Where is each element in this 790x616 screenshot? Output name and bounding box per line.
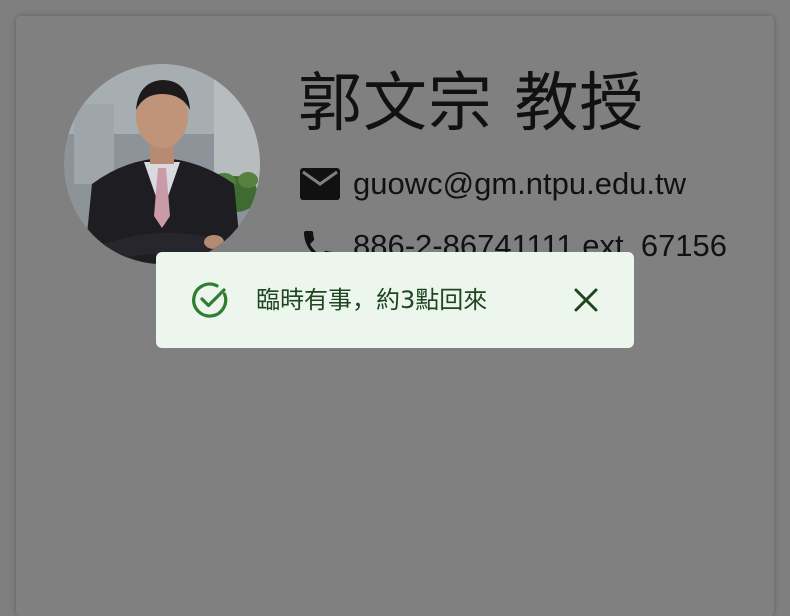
page-title: 郭文宗 教授 xyxy=(298,67,645,141)
toast-message: 臨時有事，約3點回來 xyxy=(256,286,488,314)
email-link[interactable]: guowc@gm.ntpu.edu.tw xyxy=(353,166,686,202)
avatar xyxy=(64,64,260,264)
close-button[interactable] xyxy=(570,284,602,316)
mail-icon xyxy=(299,162,343,206)
profile-photo xyxy=(64,64,260,264)
email-row: guowc@gm.ntpu.edu.tw xyxy=(299,162,686,206)
check-circle-icon xyxy=(190,280,230,320)
success-toast: 臨時有事，約3點回來 xyxy=(156,252,634,348)
close-icon xyxy=(574,288,598,312)
